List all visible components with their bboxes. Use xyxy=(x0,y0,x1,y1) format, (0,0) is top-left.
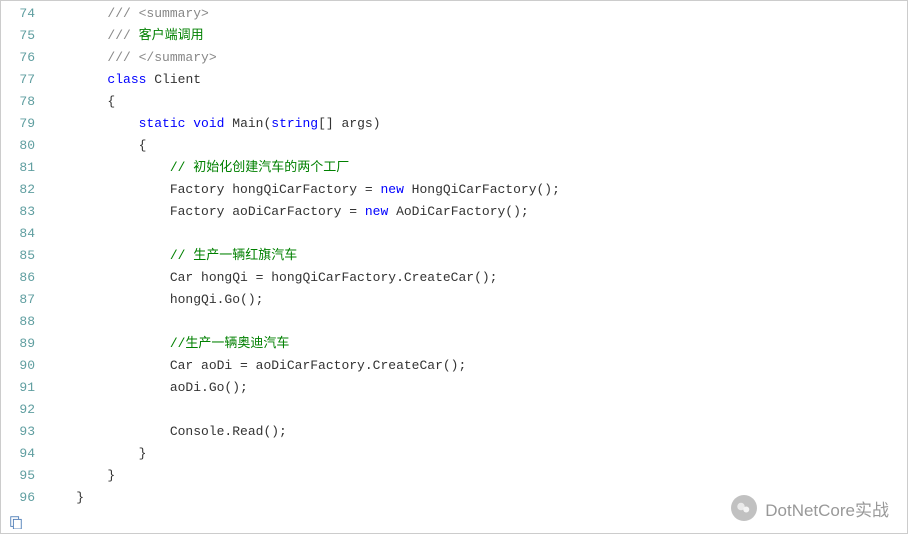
code-content: { xyxy=(45,91,907,113)
code-content: Factory aoDiCarFactory = new AoDiCarFact… xyxy=(45,201,907,223)
code-line: 86 Car hongQi = hongQiCarFactory.CreateC… xyxy=(1,267,907,289)
code-line: 89 //生产一辆奥迪汽车 xyxy=(1,333,907,355)
line-number: 91 xyxy=(1,377,45,399)
code-content: class Client xyxy=(45,69,907,91)
code-content: Factory hongQiCarFactory = new HongQiCar… xyxy=(45,179,907,201)
line-number: 80 xyxy=(1,135,45,157)
code-content: } xyxy=(45,487,907,509)
code-line: 96 } xyxy=(1,487,907,509)
line-number: 88 xyxy=(1,311,45,333)
line-number: 96 xyxy=(1,487,45,509)
code-content xyxy=(45,223,907,245)
code-line: 82 Factory hongQiCarFactory = new HongQi… xyxy=(1,179,907,201)
code-line: 90 Car aoDi = aoDiCarFactory.CreateCar()… xyxy=(1,355,907,377)
code-line: 74 /// <summary> xyxy=(1,3,907,25)
code-content: /// </summary> xyxy=(45,47,907,69)
code-content: // 初始化创建汽车的两个工厂 xyxy=(45,157,907,179)
code-line: 80 { xyxy=(1,135,907,157)
code-line: 85 // 生产一辆红旗汽车 xyxy=(1,245,907,267)
line-number: 81 xyxy=(1,157,45,179)
code-content: static void Main(string[] args) xyxy=(45,113,907,135)
code-line: 94 } xyxy=(1,443,907,465)
code-line: 92 xyxy=(1,399,907,421)
code-content: Car hongQi = hongQiCarFactory.CreateCar(… xyxy=(45,267,907,289)
code-content: { xyxy=(45,135,907,157)
line-number: 87 xyxy=(1,289,45,311)
line-number: 86 xyxy=(1,267,45,289)
line-number: 85 xyxy=(1,245,45,267)
code-content xyxy=(45,311,907,333)
line-number: 89 xyxy=(1,333,45,355)
code-line: 78 { xyxy=(1,91,907,113)
code-line: 79 static void Main(string[] args) xyxy=(1,113,907,135)
line-number: 74 xyxy=(1,3,45,25)
code-content: /// <summary> xyxy=(45,3,907,25)
line-number: 79 xyxy=(1,113,45,135)
code-content: } xyxy=(45,443,907,465)
line-number: 84 xyxy=(1,223,45,245)
line-number: 95 xyxy=(1,465,45,487)
code-content: /// 客户端调用 xyxy=(45,25,907,47)
line-number: 82 xyxy=(1,179,45,201)
code-line: 77 class Client xyxy=(1,69,907,91)
code-content: Console.Read(); xyxy=(45,421,907,443)
line-number: 77 xyxy=(1,69,45,91)
line-number: 90 xyxy=(1,355,45,377)
code-content: //生产一辆奥迪汽车 xyxy=(45,333,907,355)
code-content: hongQi.Go(); xyxy=(45,289,907,311)
line-number: 75 xyxy=(1,25,45,47)
code-content: } xyxy=(45,465,907,487)
code-content: Car aoDi = aoDiCarFactory.CreateCar(); xyxy=(45,355,907,377)
code-content: aoDi.Go(); xyxy=(45,377,907,399)
line-number: 76 xyxy=(1,47,45,69)
code-line: 75 /// 客户端调用 xyxy=(1,25,907,47)
code-line: 83 Factory aoDiCarFactory = new AoDiCarF… xyxy=(1,201,907,223)
code-line: 88 xyxy=(1,311,907,333)
code-line: 81 // 初始化创建汽车的两个工厂 xyxy=(1,157,907,179)
code-line: 87 hongQi.Go(); xyxy=(1,289,907,311)
code-line: 76 /// </summary> xyxy=(1,47,907,69)
line-number: 93 xyxy=(1,421,45,443)
line-number: 78 xyxy=(1,91,45,113)
code-line: 95 } xyxy=(1,465,907,487)
code-line: 84 xyxy=(1,223,907,245)
code-line: 91 aoDi.Go(); xyxy=(1,377,907,399)
line-number: 83 xyxy=(1,201,45,223)
line-number: 92 xyxy=(1,399,45,421)
line-number: 94 xyxy=(1,443,45,465)
code-content xyxy=(45,399,907,421)
code-lines: 74 /// <summary>75 /// 客户端调用76 /// </sum… xyxy=(1,1,907,511)
code-line: 93 Console.Read(); xyxy=(1,421,907,443)
code-block-container: 74 /// <summary>75 /// 客户端调用76 /// </sum… xyxy=(0,0,908,534)
code-content: // 生产一辆红旗汽车 xyxy=(45,245,907,267)
code-toolbar xyxy=(1,511,907,533)
